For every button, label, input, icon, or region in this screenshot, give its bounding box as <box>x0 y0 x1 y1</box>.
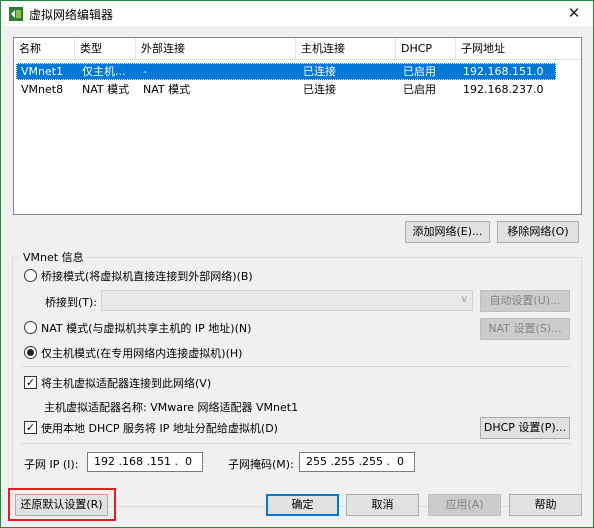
row-subnet: 192.168.237.0 <box>463 83 544 96</box>
ok-button[interactable]: 确定 <box>266 494 339 516</box>
separator <box>21 366 571 367</box>
subnet-mask-input[interactable]: 255 .255 .255 . 0 <box>299 452 415 472</box>
subnet-ip-input[interactable]: 192 .168 .151 . 0 <box>87 452 203 472</box>
bridge-to-select[interactable]: ∨ <box>101 290 473 311</box>
row-dhcp: 已启用 <box>403 65 436 78</box>
row-name: VMnet8 <box>21 83 64 96</box>
remove-network-button[interactable]: 移除网络(O) <box>497 221 579 243</box>
column-header-type[interactable]: 类型 <box>75 38 136 60</box>
connect-adapter-checkbox[interactable]: ✓ <box>24 376 37 389</box>
auto-settings-button[interactable]: 自动设置(U)... <box>480 290 570 312</box>
window-title: 虚拟网络编辑器 <box>29 8 114 22</box>
vmnet-info-label: VMnet 信息 <box>20 249 87 265</box>
nat-mode-label[interactable]: NAT 模式(与虚拟机共享主机的 IP 地址)(N) <box>41 320 251 336</box>
cancel-button[interactable]: 取消 <box>346 494 419 516</box>
list-header: 名称 类型 外部连接 主机连接 DHCP 子网地址 <box>14 38 581 60</box>
connect-adapter-label[interactable]: 将主机虚拟适配器连接到此网络(V) <box>41 375 211 391</box>
host-only-mode-label[interactable]: 仅主机模式(在专用网络内连接虚拟机)(H) <box>41 345 242 361</box>
title-bar[interactable]: 虚拟网络编辑器 ✕ <box>1 1 593 26</box>
column-header-subnet[interactable]: 子网地址 <box>456 38 581 60</box>
column-header-host[interactable]: 主机连接 <box>296 38 396 60</box>
close-icon[interactable]: ✕ <box>563 3 585 23</box>
separator <box>21 443 571 444</box>
use-dhcp-checkbox[interactable]: ✓ <box>24 421 37 434</box>
chevron-down-icon: ∨ <box>460 294 468 305</box>
subnet-ip-label: 子网 IP (I): <box>24 458 79 471</box>
virtual-network-editor-window: 虚拟网络编辑器 ✕ 名称 类型 外部连接 主机连接 DHCP 子网地址 VMne… <box>0 0 594 528</box>
row-subnet: 192.168.151.0 <box>463 65 544 78</box>
bridged-mode-label[interactable]: 桥接模式(将虚拟机直接连接到外部网络)(B) <box>41 268 253 284</box>
row-host: 已连接 <box>303 65 336 78</box>
bridge-to-label: 桥接到(T): <box>45 296 98 309</box>
network-list[interactable]: 名称 类型 外部连接 主机连接 DHCP 子网地址 VMnet1 仅主机... … <box>13 37 582 215</box>
nat-settings-button[interactable]: NAT 设置(S)... <box>480 318 570 340</box>
row-type: NAT 模式 <box>82 83 130 96</box>
adapter-name-text: 主机虚拟适配器名称: VMware 网络适配器 VMnet1 <box>44 401 299 414</box>
help-button[interactable]: 帮助 <box>509 494 582 516</box>
row-host: 已连接 <box>303 83 336 96</box>
add-network-button[interactable]: 添加网络(E)... <box>405 221 490 243</box>
row-dhcp: 已启用 <box>403 83 436 96</box>
dhcp-settings-button[interactable]: DHCP 设置(P)... <box>480 417 570 439</box>
nat-mode-radio[interactable] <box>24 321 37 334</box>
dialog-client-area: 名称 类型 外部连接 主机连接 DHCP 子网地址 VMnet1 仅主机... … <box>1 26 593 527</box>
bridged-mode-radio[interactable] <box>24 269 37 282</box>
row-external: - <box>143 65 147 78</box>
column-header-dhcp[interactable]: DHCP <box>396 38 456 60</box>
row-type: 仅主机... <box>82 65 126 78</box>
row-name: VMnet1 <box>21 65 64 78</box>
row-external: NAT 模式 <box>143 83 191 96</box>
table-row[interactable]: VMnet1 仅主机... - 已连接 已启用 192.168.151.0 <box>16 63 556 80</box>
column-header-name[interactable]: 名称 <box>14 38 75 60</box>
use-dhcp-label[interactable]: 使用本地 DHCP 服务将 IP 地址分配给虚拟机(D) <box>41 420 278 436</box>
apply-button[interactable]: 应用(A) <box>428 494 501 516</box>
network-app-icon <box>9 7 23 21</box>
subnet-mask-label: 子网掩码(M): <box>228 458 294 471</box>
table-row[interactable]: VMnet8 NAT 模式 NAT 模式 已连接 已启用 192.168.237… <box>16 81 556 98</box>
column-header-external[interactable]: 外部连接 <box>136 38 296 60</box>
host-only-mode-radio[interactable] <box>24 346 37 359</box>
restore-defaults-highlight <box>8 488 116 521</box>
